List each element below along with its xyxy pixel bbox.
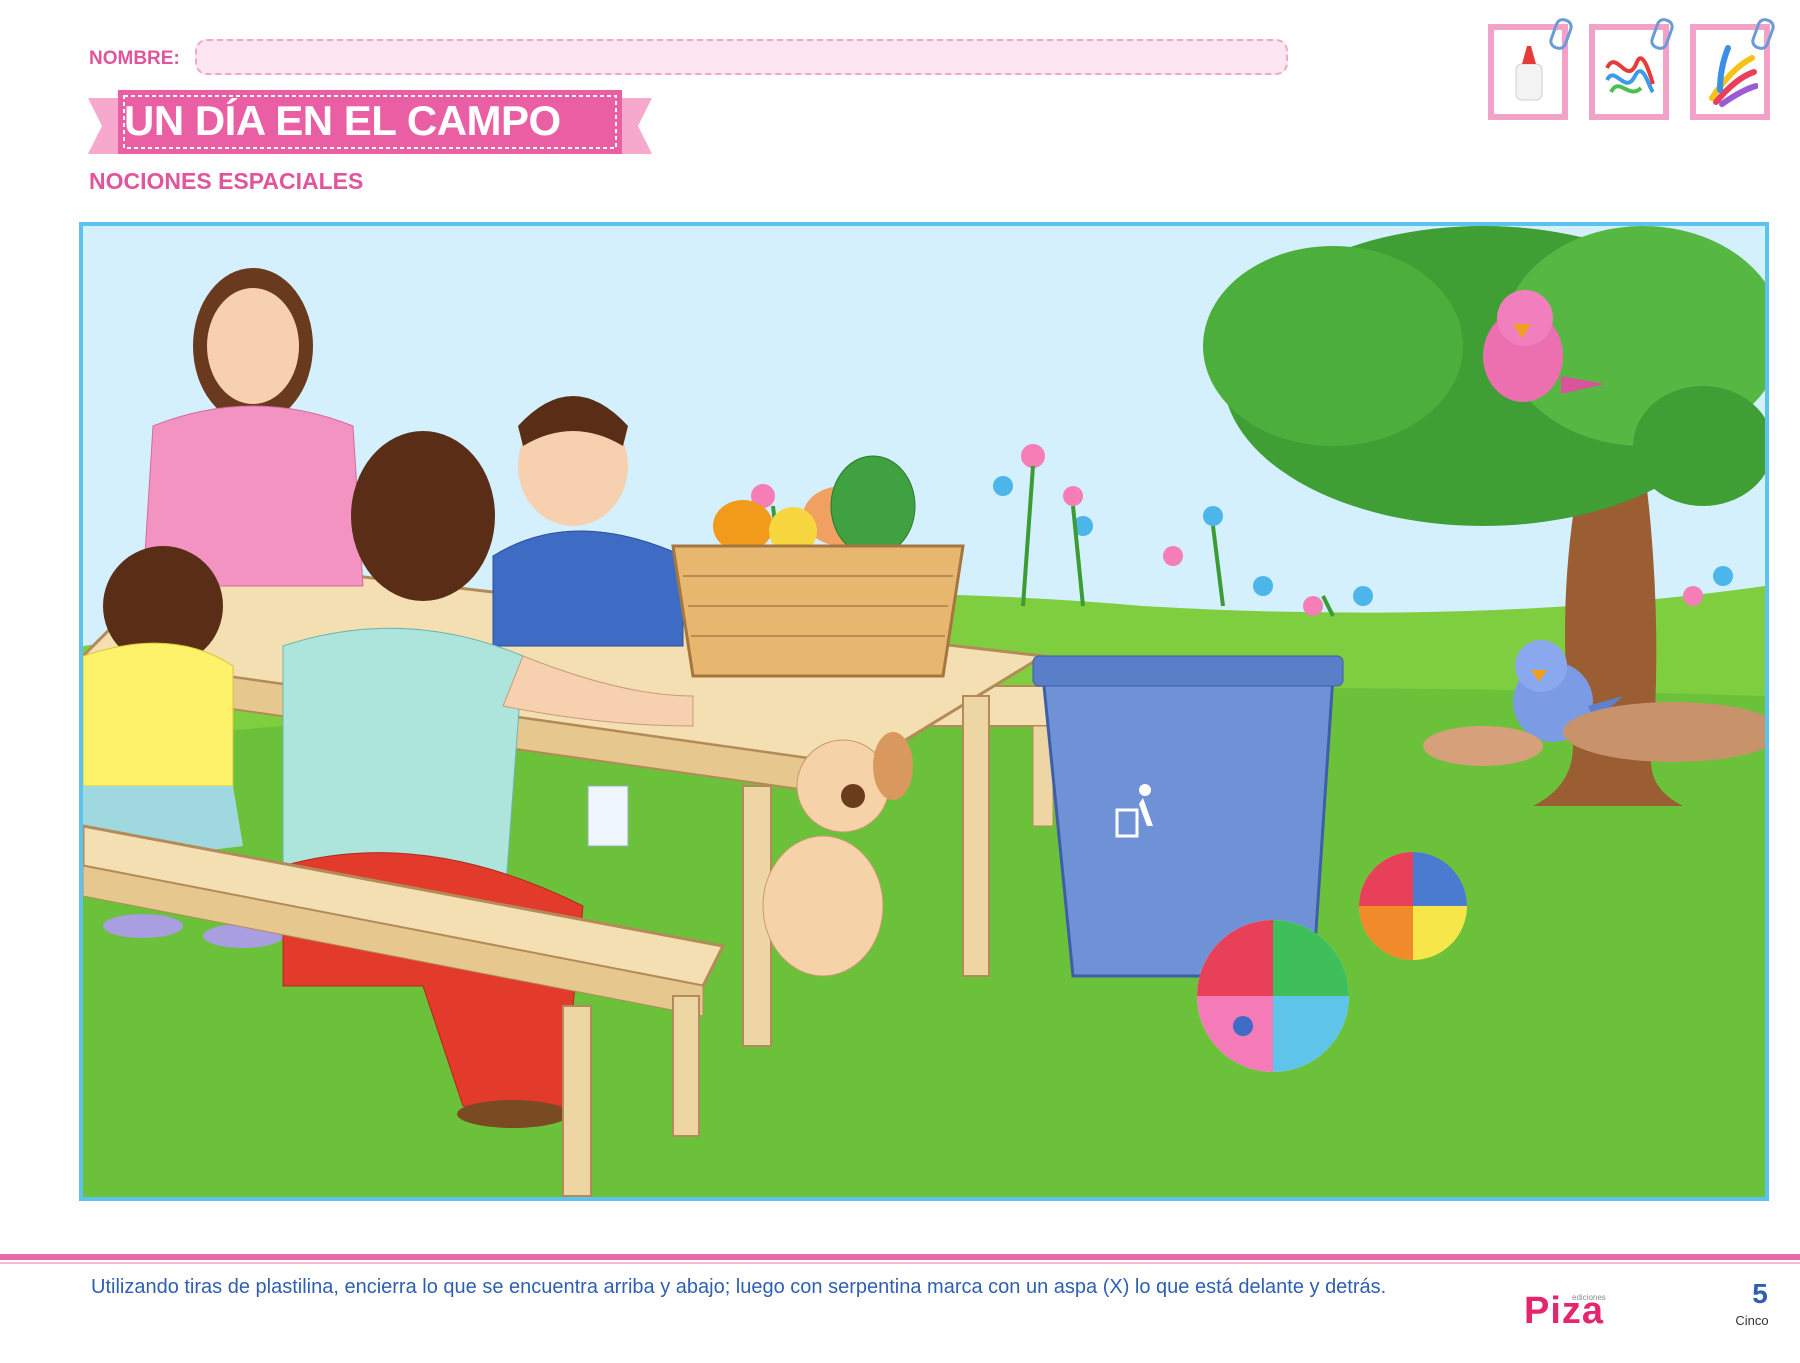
plasticine-strips-icon bbox=[1709, 45, 1758, 107]
name-label: NOMBRE: bbox=[89, 48, 180, 69]
beach-ball-back bbox=[1359, 852, 1467, 960]
beach-ball-front bbox=[1197, 920, 1349, 1072]
scene-illustration bbox=[83, 226, 1765, 1197]
glue-bottle-icon bbox=[1515, 46, 1543, 101]
instruction-text: Utilizando tiras de plastilina, encierra… bbox=[91, 1276, 1387, 1298]
name-field[interactable] bbox=[195, 39, 1288, 75]
page-subtitle: NOCIONES ESPACIALES bbox=[89, 168, 364, 194]
material-card-plasticine bbox=[1690, 15, 1777, 120]
material-card-streamer bbox=[1589, 15, 1676, 120]
streamer-icon bbox=[1605, 56, 1655, 94]
publisher-logo: Piza bbox=[1524, 1290, 1605, 1332]
footer-rule-thin bbox=[0, 1262, 1800, 1264]
page-number-word: Cinco bbox=[1735, 1313, 1769, 1328]
picnic-scene bbox=[79, 222, 1769, 1201]
material-card-glue bbox=[1488, 15, 1575, 120]
page-number: 5 bbox=[1752, 1278, 1768, 1309]
materials-toolbar bbox=[1488, 15, 1777, 120]
footer-rule bbox=[0, 1254, 1800, 1260]
page-title: UN DÍA EN EL CAMPO bbox=[124, 97, 561, 144]
